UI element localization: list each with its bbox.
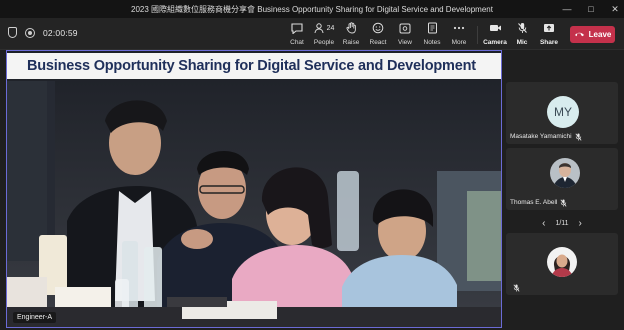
recording-icon	[25, 27, 35, 38]
participant-tile[interactable]	[506, 233, 618, 295]
gallery-pager: ‹ 1/11 ›	[506, 217, 618, 229]
title-bar: 2023 國際組織數位服務商機分享會 Business Opportunity …	[0, 0, 624, 18]
raise-label: Raise	[342, 39, 360, 46]
notes-label: Notes	[423, 39, 441, 46]
banner-title: Business Opportunity Sharing for Digital…	[27, 58, 476, 74]
people-icon: 24	[314, 22, 335, 34]
share-icon	[543, 22, 555, 34]
participant-name: Masatake Yamamichi	[510, 133, 582, 141]
raise-hand-button[interactable]: Raise	[338, 22, 364, 46]
window-title: 2023 國際組織數位服務商機分享會 Business Opportunity …	[131, 4, 493, 14]
participant-name	[510, 284, 520, 292]
meeting-timer: 02:00:59	[43, 27, 78, 38]
mic-off-icon	[513, 284, 520, 292]
meeting-toolbar: 02:00:59 Chat 24 People Raise React View	[0, 18, 624, 50]
main-video-stage[interactable]: Business Opportunity Sharing for Digital…	[6, 50, 502, 328]
close-button[interactable]: ✕	[610, 4, 620, 15]
toolbar-divider	[477, 26, 478, 44]
shield-icon	[8, 27, 17, 38]
window-controls: — □ ✕	[562, 0, 620, 18]
ellipsis-icon	[453, 22, 465, 34]
participant-name-tag: Engineer-A	[13, 312, 57, 323]
participant-tile[interactable]: MY Masatake Yamamichi	[506, 82, 618, 144]
phone-hangup-icon	[574, 30, 585, 39]
mic-off-icon	[575, 133, 582, 141]
react-button[interactable]: React	[365, 22, 391, 46]
participant-tile[interactable]: Thomas E. Abell	[506, 148, 618, 210]
smiley-icon	[372, 22, 384, 34]
avatar: MY	[547, 96, 579, 128]
leave-label: Leave	[588, 30, 612, 39]
maximize-button[interactable]: □	[586, 4, 596, 14]
share-label: Share	[539, 39, 559, 46]
chat-icon	[291, 22, 303, 34]
video-scene	[7, 51, 501, 327]
participant-name: Thomas E. Abell	[510, 199, 567, 207]
camera-button[interactable]: Camera	[482, 22, 508, 46]
more-button[interactable]: More	[446, 22, 472, 46]
mic-button[interactable]: Mic	[509, 22, 535, 46]
participant-name-text: Masatake Yamamichi	[510, 133, 572, 140]
avatar	[547, 247, 577, 277]
presentation-banner: Business Opportunity Sharing for Digital…	[7, 53, 501, 79]
people-button[interactable]: 24 People	[311, 22, 337, 46]
view-button[interactable]: View	[392, 22, 418, 46]
mic-off-icon	[560, 199, 567, 207]
chat-label: Chat	[290, 39, 304, 46]
minimize-button[interactable]: —	[562, 4, 572, 14]
people-count: 24	[326, 24, 335, 32]
pager-label: 1/11	[555, 219, 569, 227]
camera-icon	[489, 22, 502, 34]
mic-label: Mic	[516, 39, 528, 46]
meeting-status: 02:00:59	[8, 27, 78, 38]
pager-next-button[interactable]: ›	[579, 218, 582, 229]
people-label: People	[313, 39, 335, 46]
react-label: React	[369, 39, 387, 46]
leave-button[interactable]: Leave	[570, 26, 615, 43]
chat-button[interactable]: Chat	[284, 22, 310, 46]
pager-prev-button[interactable]: ‹	[542, 218, 545, 229]
hand-icon	[345, 22, 357, 34]
view-icon	[399, 22, 411, 34]
mic-icon	[517, 22, 528, 34]
participant-name-text: Thomas E. Abell	[510, 199, 558, 206]
camera-label: Camera	[483, 39, 507, 46]
view-label: View	[398, 39, 412, 46]
more-label: More	[451, 39, 467, 46]
share-button[interactable]: Share	[536, 22, 562, 46]
notes-button[interactable]: Notes	[419, 22, 445, 46]
notes-icon	[427, 22, 438, 34]
avatar	[550, 158, 580, 188]
